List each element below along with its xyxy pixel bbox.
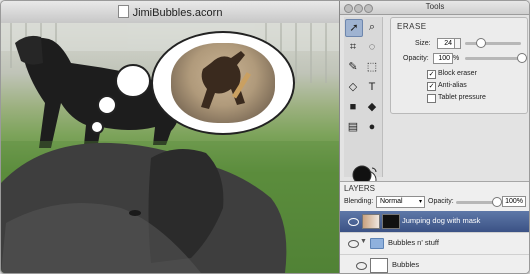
dream-thought-cloud (151, 31, 295, 135)
tools-titlebar[interactable]: Tools (340, 1, 529, 15)
layer-row[interactable]: Bubbles (340, 255, 529, 273)
size-field[interactable]: 24 (437, 38, 455, 49)
small-thought-bubble (90, 120, 104, 134)
layer-name: Bubbles (392, 260, 420, 269)
tablet-pressure-label: Tablet pressure (438, 94, 486, 101)
text-tool-icon[interactable]: T (364, 79, 380, 95)
blending-select[interactable]: Normal ▾ (376, 196, 425, 208)
size-stepper[interactable] (454, 38, 461, 49)
block-eraser-label: Block eraser (438, 70, 477, 77)
blending-label: Blending: (344, 198, 374, 205)
layer-thumbnail (362, 214, 380, 229)
document-titlebar[interactable]: JimiBubbles.acorn (1, 1, 339, 24)
medium-thought-bubble (97, 95, 117, 115)
layer-opacity-label: Opacity: (428, 198, 454, 205)
eye-icon[interactable] (348, 240, 359, 248)
layer-opacity-slider-knob[interactable] (492, 197, 502, 207)
erase-title: ERASE (397, 22, 427, 31)
opacity-slider-knob[interactable] (517, 53, 527, 63)
lasso-tool-icon[interactable]: ◌ (364, 39, 380, 55)
image-canvas[interactable] (1, 23, 339, 273)
tools-title: Tools (425, 2, 445, 11)
ellipse-tool-icon[interactable]: ● (364, 119, 380, 135)
size-label: Size: (415, 40, 431, 47)
document-window: JimiBubbles.acorn (1, 1, 339, 273)
tools-panel: Tools ➚ ⌕ ⌗ ◌ ✎ ⬚ ◇ T ■ ◆ ▤ ● ERASE Size… (339, 1, 529, 273)
document-title: JimiBubbles.acorn (132, 7, 223, 19)
eye-icon[interactable] (356, 262, 367, 270)
disclosure-triangle-icon[interactable]: ▼ (360, 238, 367, 245)
layer-name: Jumping dog with mask (402, 216, 481, 225)
size-slider[interactable] (465, 42, 521, 45)
tablet-pressure-checkbox[interactable] (427, 94, 436, 103)
block-eraser-checkbox[interactable]: ✓ (427, 70, 436, 79)
layer-row[interactable]: Jumping dog with mask (340, 211, 529, 233)
folder-icon (370, 238, 384, 249)
tool-palette: ➚ ⌕ ⌗ ◌ ✎ ⬚ ◇ T ■ ◆ ▤ ● (344, 17, 383, 190)
anti-alias-checkbox[interactable]: ✓ (427, 82, 436, 91)
erase-settings-panel: ERASE Size: 24 Opacity: 100 % ✓ Block er… (390, 17, 528, 114)
file-icon (117, 5, 129, 18)
document-title-wrap: JimiBubbles.acorn (1, 5, 339, 19)
large-thought-bubble (115, 64, 151, 98)
eye-icon[interactable] (348, 218, 359, 226)
opacity-label: Opacity: (403, 55, 429, 62)
layer-group-row[interactable]: ▼ Bubbles n' stuff (340, 233, 529, 255)
mask-thumbnail (382, 214, 400, 229)
gradient-tool-icon[interactable]: ▤ (345, 119, 361, 135)
rectangle-tool-icon[interactable]: ■ (345, 99, 361, 115)
opacity-unit: % (453, 55, 460, 62)
anti-alias-label: Anti-alias (438, 82, 467, 89)
move-tool-icon[interactable]: ➚ (345, 19, 363, 37)
layer-name: Bubbles n' stuff (388, 238, 439, 247)
blending-value: Normal (380, 198, 403, 205)
marquee-tool-icon[interactable]: ⬚ (364, 59, 380, 75)
brush-tool-icon[interactable]: ✎ (345, 59, 361, 75)
layer-thumbnail (370, 258, 388, 273)
layer-opacity-slider[interactable] (456, 201, 496, 204)
opacity-slider[interactable] (465, 57, 521, 60)
chevron-down-icon: ▾ (418, 199, 422, 205)
crop-tool-icon[interactable]: ⌗ (345, 39, 361, 55)
dream-image (171, 43, 275, 123)
app-window: JimiBubbles.acorn Tools ➚ ⌕ ⌗ ◌ ✎ ⬚ ◇ T … (0, 0, 530, 274)
fill-tool-icon[interactable]: ◆ (364, 99, 380, 115)
layers-panel: LAYERS Blending: Normal ▾ Opacity: 100% … (340, 181, 529, 273)
opacity-field[interactable]: 100 (433, 53, 453, 64)
size-slider-knob[interactable] (476, 38, 487, 48)
layers-title: LAYERS (344, 184, 375, 193)
zoom-tool-icon[interactable]: ⌕ (364, 19, 380, 35)
eraser-tool-icon[interactable]: ◇ (345, 79, 361, 95)
layer-opacity-field[interactable]: 100% (502, 196, 526, 207)
